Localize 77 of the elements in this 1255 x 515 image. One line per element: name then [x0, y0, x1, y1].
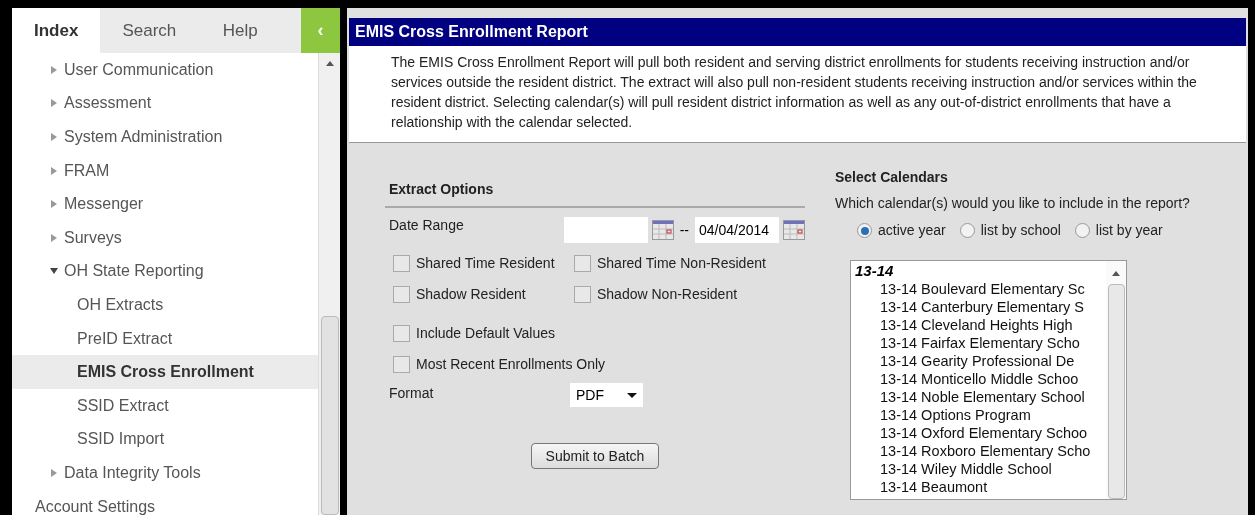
collapsed-arrow-icon	[50, 468, 58, 477]
dropdown-caret-icon	[627, 392, 637, 398]
checkbox[interactable]	[574, 255, 591, 272]
calendar-option[interactable]: 13-14 Gearity Professional De	[855, 352, 1106, 370]
sidebar-tab[interactable]: Help	[200, 8, 302, 53]
checkbox[interactable]	[393, 356, 410, 373]
tree-item[interactable]: PreID Extract	[12, 321, 318, 356]
tree-folder[interactable]: System Administration	[12, 120, 318, 154]
checkbox-label: Include Default Values	[416, 324, 556, 343]
checkbox-label: Shared Time Resident	[416, 254, 555, 273]
section-title: Select Calendars	[835, 168, 949, 187]
radio-button[interactable]	[857, 223, 872, 238]
radio-button[interactable]	[1074, 223, 1090, 238]
field-label: Date Range	[389, 216, 465, 235]
collapsed-arrow-icon	[50, 65, 58, 74]
tree-folder[interactable]: Messenger	[12, 187, 318, 221]
tree-folder[interactable]: OH State Reporting	[12, 254, 318, 289]
calendar-icon[interactable]	[651, 220, 674, 240]
scroll-up-icon[interactable]	[1112, 271, 1120, 276]
calendar-icon[interactable]	[783, 220, 805, 240]
radio-label: list by school	[980, 221, 1061, 240]
calendar-option[interactable]: 13-14 Cleveland Heights High	[855, 316, 1106, 334]
tree-folder[interactable]: FRAM	[12, 153, 318, 188]
checkbox-label: Shadow Resident	[416, 285, 526, 304]
scrollbar-thumb[interactable]	[1107, 284, 1125, 499]
collapsed-arrow-icon	[50, 166, 58, 175]
tree-folder[interactable]: Surveys	[12, 220, 318, 255]
report-description: The EMIS Cross Enrollment Report will pull both resident and serving district enrollments for students receiving instruction and/or services outside the resident district. The extract will also pull non-resident students receiving instruction and/or services within the resident district. Selecting calendar(s) will pull resident district information as well as any out-of-district enrollments that have a relationship with the calendar selected.	[391, 53, 1198, 132]
calendar-option[interactable]: 13-14 Wiley Middle School	[855, 460, 1106, 478]
calendar-option[interactable]: 13-14 Beaumont	[855, 478, 1106, 496]
checkbox-label: Most Recent Enrollments Only	[416, 355, 606, 374]
tree-link[interactable]: Account Settings	[12, 489, 318, 515]
tree-folder[interactable]: User Communication	[12, 53, 318, 87]
calendar-group: 13-14	[855, 262, 1106, 280]
collapsed-arrow-icon	[50, 200, 58, 209]
checkbox[interactable]	[393, 255, 410, 272]
calendar-question: Which calendar(s) would you like to include in the report?	[835, 194, 1190, 213]
expanded-arrow-icon	[50, 267, 58, 276]
calendar-option[interactable]: 13-14 Canterbury Elementary S	[855, 298, 1106, 316]
tree-item[interactable]: SSID Import	[12, 422, 318, 457]
calendar-option[interactable]: 13-14 Monticello Middle Schoo	[855, 370, 1106, 388]
radio-label: list by year	[1095, 221, 1163, 240]
collapsed-arrow-icon	[50, 133, 58, 141]
radio-button[interactable]	[959, 223, 975, 238]
calendar-option[interactable]: 13-14 Boulevard Elementary Sc	[855, 280, 1106, 298]
report-title: EMIS Cross Enrollment Report	[349, 18, 1246, 46]
format-dropdown[interactable]: PDF	[570, 383, 643, 407]
tree-item[interactable]: EMIS Cross Enrollment	[12, 355, 318, 389]
calendar-option[interactable]: 13-14 Options Program	[855, 406, 1106, 424]
tree-item[interactable]: OH Extracts	[12, 288, 318, 322]
checkbox-label: Shared Time Non-Resident	[597, 254, 766, 273]
calendar-option[interactable]: 13-14 Fairfax Elementary Scho	[855, 334, 1106, 352]
calendar-option[interactable]: 13-14 Noble Elementary School	[855, 388, 1106, 406]
tree-folder[interactable]: Assessment	[12, 86, 318, 121]
section-title: Extract Options	[385, 167, 805, 208]
submit-button[interactable]: Submit to Batch	[530, 443, 660, 469]
checkbox[interactable]	[574, 286, 591, 303]
sidebar-tab[interactable]: Index	[12, 8, 101, 53]
collapsed-arrow-icon	[50, 99, 58, 108]
scrollbar[interactable]	[318, 53, 340, 515]
calendar-option[interactable]: 13-14 Oxford Elementary Schoo	[855, 424, 1106, 442]
end-date-field[interactable]: 04/04/2014	[695, 217, 779, 243]
collapsed-arrow-icon	[50, 233, 58, 242]
radio-label: active year	[878, 221, 946, 240]
date-separator: --	[678, 220, 690, 240]
calendar-option[interactable]: 13-14 Roxboro Elementary Scho	[855, 442, 1106, 460]
start-date-field[interactable]	[563, 217, 648, 243]
scrollbar[interactable]	[1106, 261, 1126, 499]
field-label: Format	[389, 384, 435, 403]
checkbox[interactable]	[393, 325, 410, 342]
tree-item[interactable]: SSID Extract	[12, 388, 318, 423]
tree-folder[interactable]: Data Integrity Tools	[12, 456, 318, 490]
checkbox[interactable]	[393, 286, 410, 303]
scrollbar-thumb[interactable]	[320, 316, 339, 515]
sidebar-tab[interactable]: Search	[100, 8, 201, 53]
scroll-up-icon[interactable]	[325, 61, 334, 66]
checkbox-label: Shadow Non-Resident	[597, 285, 738, 304]
